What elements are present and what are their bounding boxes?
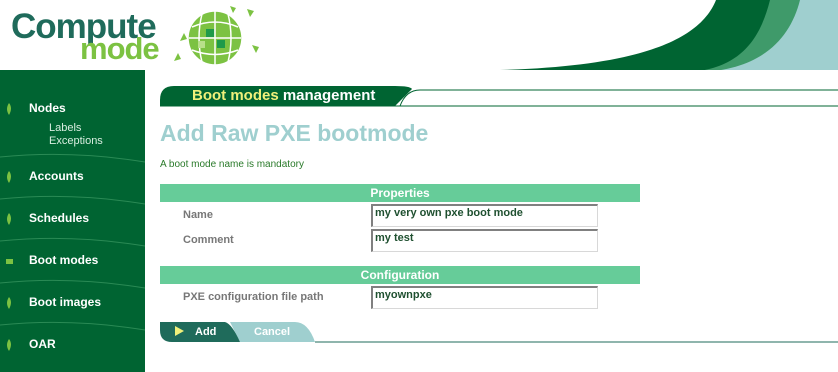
sidebar-item-nodes[interactable]: Nodes xyxy=(0,99,145,119)
sidebar-subitem-exceptions[interactable]: Exceptions xyxy=(49,135,103,147)
leaf-bullet-icon xyxy=(7,297,11,309)
cancel-button[interactable]: Cancel xyxy=(230,322,315,344)
sidebar-item-label: Boot modes xyxy=(29,253,99,267)
section-tab: Boot modes management xyxy=(160,86,838,108)
sidebar-subitem-labels[interactable]: Labels xyxy=(49,122,81,134)
sidebar-item-boot-modes[interactable]: Boot modes xyxy=(0,251,145,271)
sidebar-item-label: Boot images xyxy=(29,295,102,309)
leaf-bullet-icon xyxy=(6,259,13,264)
section-title: Boot modes management xyxy=(192,87,375,104)
sidebar-item-label: OAR xyxy=(29,337,56,351)
section-title-rest: management xyxy=(278,87,376,104)
add-button-label: Add xyxy=(195,326,217,338)
validation-message: A boot mode name is mandatory xyxy=(160,159,304,170)
button-bar: Add Cancel xyxy=(160,322,838,344)
logo-word-mode: mode xyxy=(80,31,160,66)
properties-header: Properties xyxy=(160,184,640,202)
globe-icon xyxy=(174,6,259,66)
sidebar: Nodes Labels Exceptions Accounts Schedul… xyxy=(0,70,145,372)
sidebar-item-label: Nodes xyxy=(29,101,66,115)
cancel-button-label: Cancel xyxy=(254,326,291,338)
play-arrow-icon xyxy=(175,326,184,336)
name-label: Name xyxy=(183,209,213,221)
page-title: Add Raw PXE bootmode xyxy=(160,120,429,146)
sidebar-item-label: Accounts xyxy=(29,169,84,183)
configuration-header: Configuration xyxy=(160,266,640,284)
leaf-bullet-icon xyxy=(7,103,11,115)
sidebar-item-label: Schedules xyxy=(29,211,90,225)
comment-label: Comment xyxy=(183,234,234,246)
name-field[interactable] xyxy=(371,204,598,227)
pxe-path-label: PXE configuration file path xyxy=(183,291,324,303)
leaf-bullet-icon xyxy=(7,171,11,183)
leaf-bullet-icon xyxy=(7,213,11,225)
add-button[interactable]: Add xyxy=(160,322,235,344)
sidebar-item-accounts[interactable]: Accounts xyxy=(0,167,145,187)
leaf-bullet-icon xyxy=(7,339,11,351)
sidebar-item-oar[interactable]: OAR xyxy=(0,335,145,355)
sidebar-item-boot-images[interactable]: Boot images xyxy=(0,293,145,313)
header: Compute mode xyxy=(0,0,838,78)
pxe-path-field[interactable] xyxy=(371,286,598,309)
section-title-highlight: Boot modes xyxy=(192,87,279,104)
comment-field[interactable] xyxy=(371,229,598,252)
sidebar-item-schedules[interactable]: Schedules xyxy=(0,209,145,229)
